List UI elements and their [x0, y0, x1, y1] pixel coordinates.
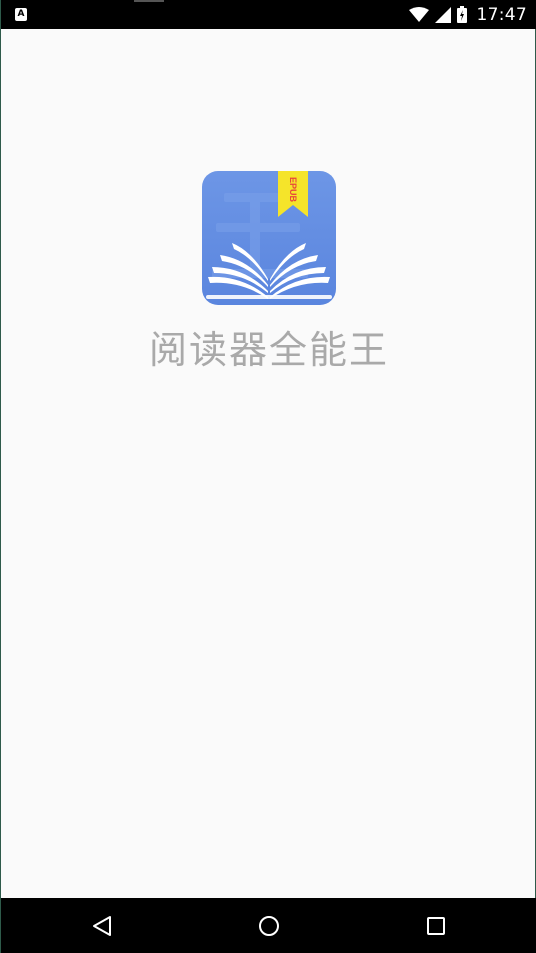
recents-button[interactable] [396, 898, 476, 953]
status-notch [134, 0, 164, 2]
battery-icon [456, 6, 467, 23]
back-button[interactable] [62, 898, 142, 953]
splash-screen: A 17:47 EPUB 阅读器全能王 [0, 0, 536, 953]
navigation-bar [1, 898, 536, 953]
back-icon [93, 915, 111, 936]
home-button[interactable] [229, 898, 309, 953]
ribbon-label: EPUB [288, 177, 298, 203]
splash-content: EPUB 阅读器全能王 [1, 29, 536, 898]
status-bar: A 17:47 [1, 0, 536, 29]
status-time: 17:47 [476, 4, 527, 25]
app-logo-icon: EPUB [202, 171, 336, 305]
cell-signal-icon [434, 6, 451, 23]
wifi-icon [408, 6, 429, 23]
app-name: 阅读器全能王 [148, 328, 389, 372]
home-icon [259, 915, 279, 936]
epub-ribbon: EPUB [278, 171, 308, 217]
recents-icon [427, 916, 445, 935]
app-notification-icon: A [15, 8, 27, 21]
status-icons: 17:47 [408, 0, 528, 29]
